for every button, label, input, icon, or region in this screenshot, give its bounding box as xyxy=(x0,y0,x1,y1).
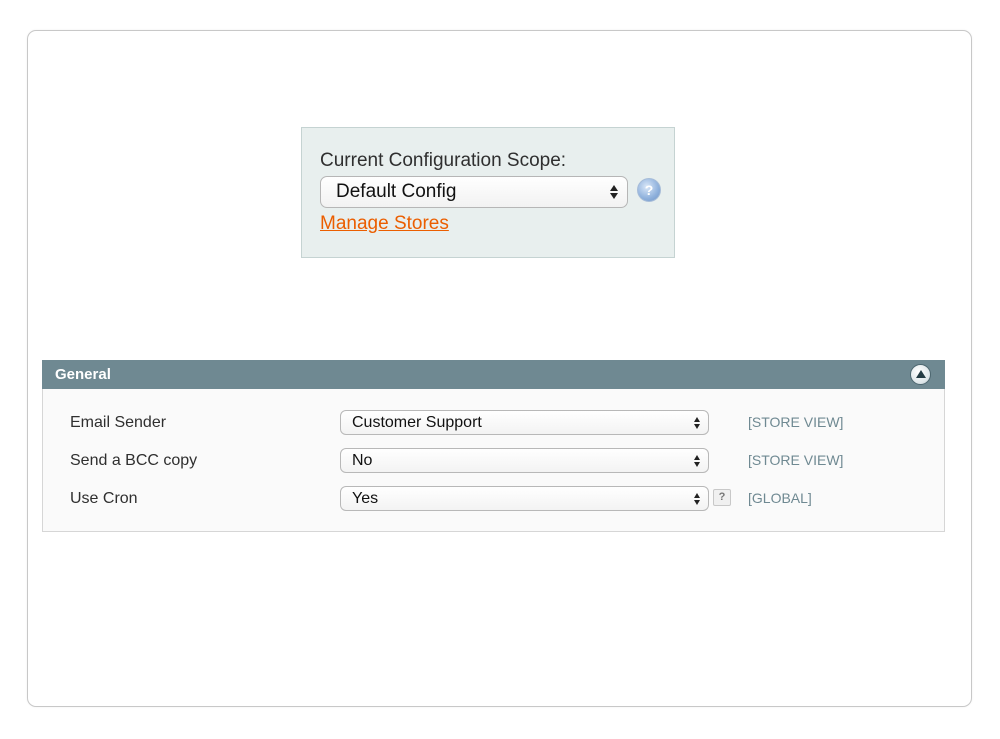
bcc-copy-scope: [STORE VIEW] xyxy=(748,452,844,468)
bcc-copy-select[interactable]: No xyxy=(340,448,709,473)
scope-switcher-panel: Current Configuration Scope: Default Con… xyxy=(301,127,675,258)
use-cron-value: Yes xyxy=(352,490,379,507)
email-sender-select[interactable]: Customer Support xyxy=(340,410,709,435)
use-cron-label: Use Cron xyxy=(70,490,138,507)
select-arrows-icon xyxy=(609,185,619,199)
email-sender-scope: [STORE VIEW] xyxy=(748,414,844,430)
use-cron-select[interactable]: Yes xyxy=(340,486,709,511)
email-sender-label: Email Sender xyxy=(70,414,167,431)
field-row-email-sender: Email Sender Customer Support [STORE VIE… xyxy=(43,410,944,436)
bcc-copy-value: No xyxy=(352,452,373,469)
section-body-general: Email Sender Customer Support [STORE VIE… xyxy=(42,389,945,532)
email-sender-value: Customer Support xyxy=(352,414,482,431)
bcc-copy-label: Send a BCC copy xyxy=(70,452,198,469)
field-row-use-cron: Use Cron Yes ? [GLOBAL] xyxy=(43,486,944,512)
scope-select[interactable]: Default Config xyxy=(320,176,628,208)
scope-title: Current Configuration Scope: xyxy=(320,150,567,171)
section-header-general[interactable]: General xyxy=(42,360,945,389)
manage-stores-link[interactable]: Manage Stores xyxy=(320,213,449,235)
field-row-bcc-copy: Send a BCC copy No [STORE VIEW] xyxy=(43,448,944,474)
scope-select-value: Default Config xyxy=(336,181,457,202)
section-title: General xyxy=(55,366,111,383)
help-icon[interactable]: ? xyxy=(637,178,661,202)
collapse-up-icon[interactable] xyxy=(910,364,931,385)
select-arrows-icon xyxy=(692,416,702,429)
select-arrows-icon xyxy=(692,454,702,467)
select-arrows-icon xyxy=(692,492,702,505)
use-cron-scope: [GLOBAL] xyxy=(748,490,812,506)
scope-select-row: Default Config ? xyxy=(320,176,665,210)
question-mark-icon[interactable]: ? xyxy=(713,489,731,506)
